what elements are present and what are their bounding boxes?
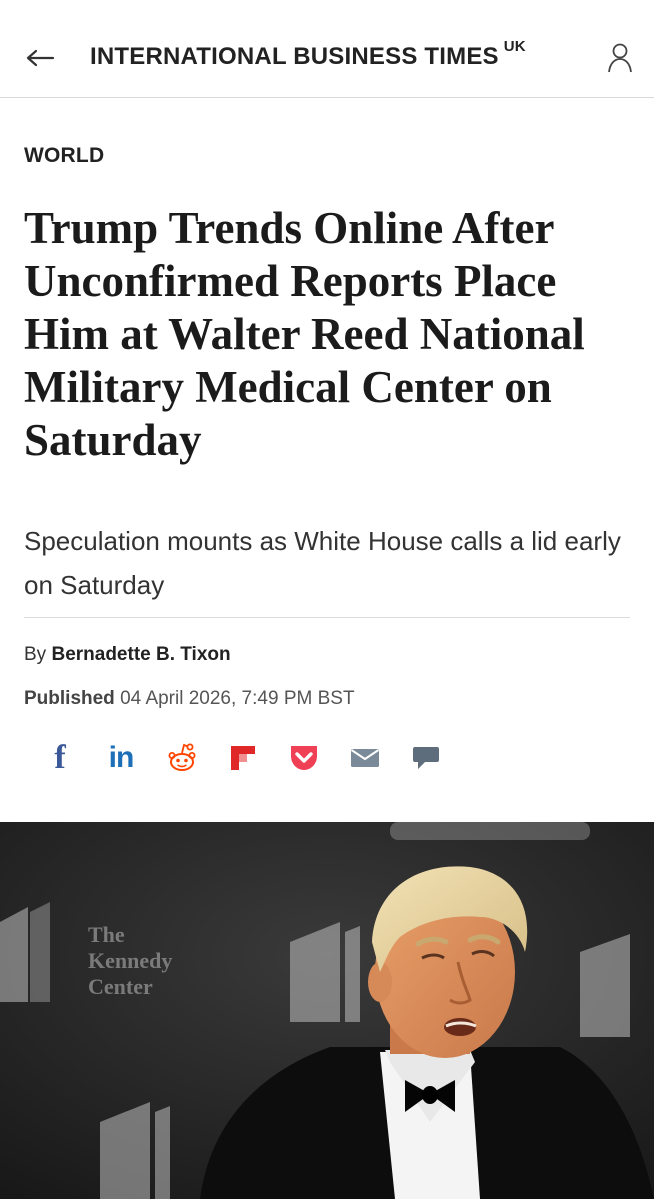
arrow-left-icon (26, 49, 55, 67)
share-reddit-button[interactable] (162, 738, 202, 778)
article-standfirst: Speculation mounts as White House calls … (24, 526, 621, 600)
backdrop-text-3: Center (88, 974, 153, 999)
pocket-icon (291, 746, 317, 770)
section-link[interactable]: WORLD (24, 144, 104, 168)
linkedin-icon: in (108, 741, 135, 774)
share-flipboard-button[interactable] (223, 738, 263, 778)
site-name: INTERNATIONAL BUSINESS TIMES (90, 43, 499, 70)
share-linkedin-button[interactable]: in (101, 738, 141, 778)
backdrop-text-2: Kennedy (88, 948, 172, 973)
byline: By Bernadette B. Tixon (24, 644, 231, 666)
comment-icon (413, 747, 439, 769)
account-button[interactable] (604, 40, 636, 76)
share-pocket-button[interactable] (284, 738, 324, 778)
edition-label: UK (503, 38, 526, 55)
byline-prefix: By (24, 644, 47, 665)
back-button[interactable] (20, 40, 60, 76)
share-facebook-button[interactable]: f (40, 738, 80, 778)
hero-photo: The Kennedy Center (0, 822, 654, 1199)
facebook-icon: f (54, 739, 66, 776)
flipboard-icon (231, 746, 255, 770)
publish-info: Published 04 April 2026, 7:49 PM BST (24, 688, 355, 710)
user-icon (608, 43, 632, 73)
author-link[interactable]: Bernadette B. Tixon (51, 644, 230, 665)
share-bar: f in (40, 736, 467, 780)
divider (24, 617, 630, 618)
share-email-button[interactable] (345, 738, 385, 778)
email-icon (350, 749, 380, 767)
share-comment-button[interactable] (406, 738, 446, 778)
published-label: Published (24, 688, 115, 709)
article-headline: Trump Trends Online After Unconfirmed Re… (24, 203, 585, 465)
article-hero-image[interactable]: The Kennedy Center (0, 822, 654, 1199)
site-logo[interactable]: INTERNATIONAL BUSINESS TIMES UK (90, 38, 526, 71)
backdrop-text-1: The (88, 922, 125, 947)
top-bar: INTERNATIONAL BUSINESS TIMES UK (0, 0, 654, 98)
reddit-icon (168, 743, 196, 771)
published-date: 04 April 2026, 7:49 PM BST (120, 688, 355, 709)
